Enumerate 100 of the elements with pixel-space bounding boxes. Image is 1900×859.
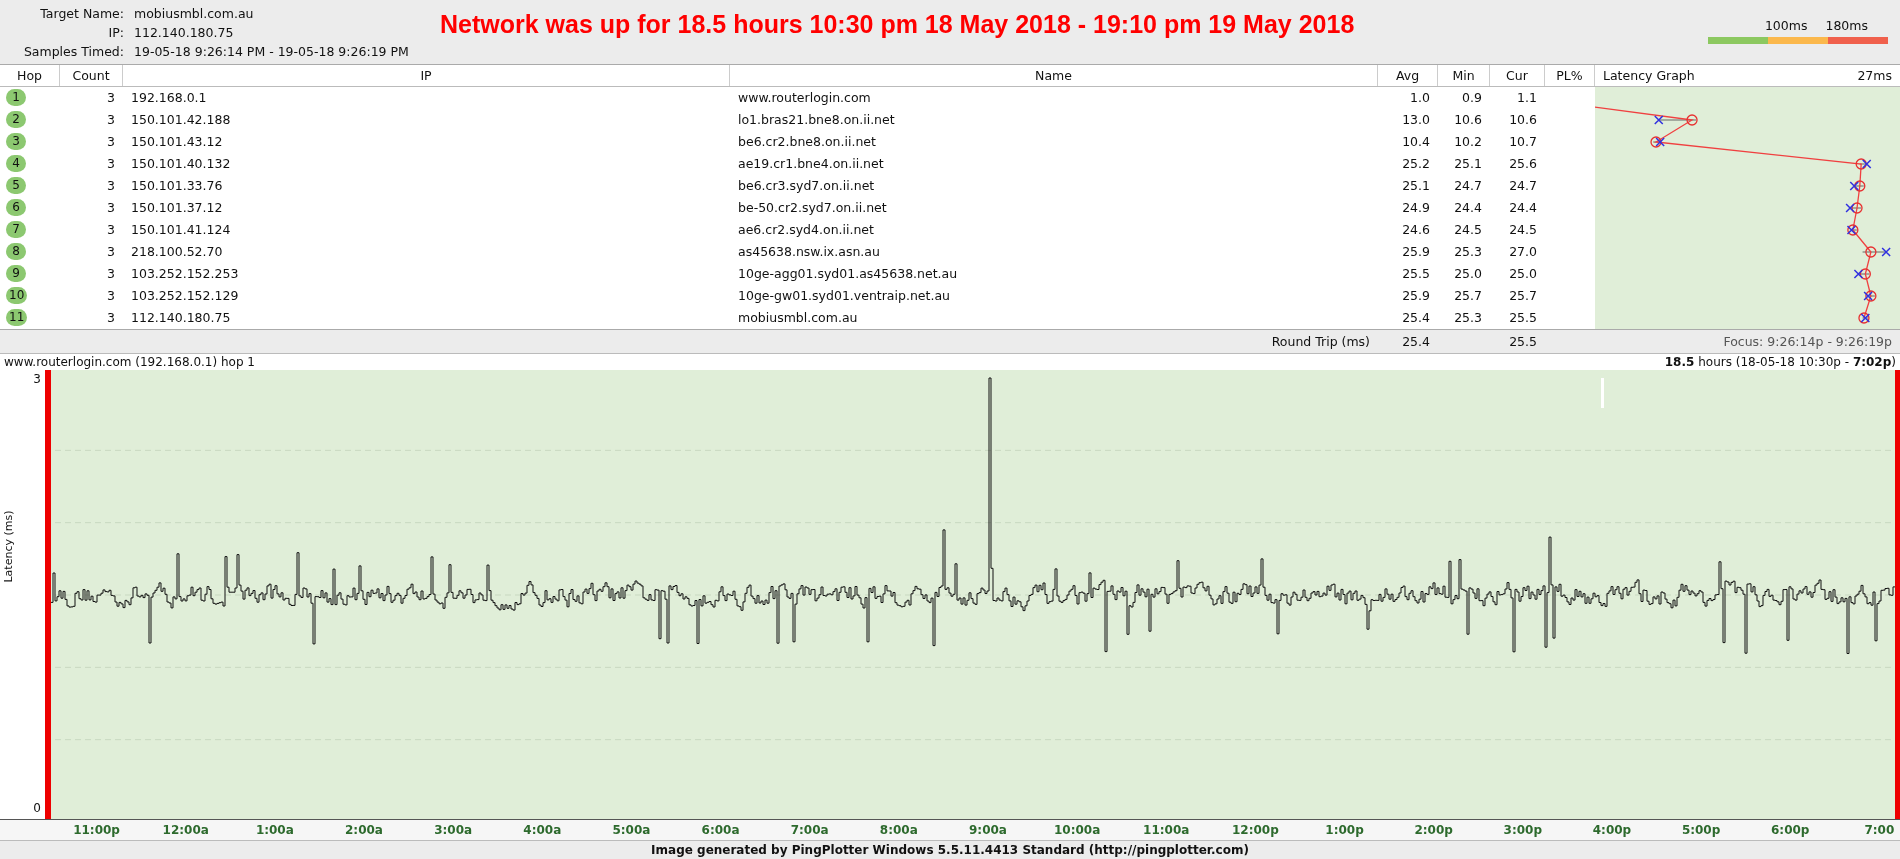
table-cell-text: 25.9 — [1401, 288, 1431, 304]
table-cell-text: 103.252.152.129 — [130, 288, 240, 304]
column-header[interactable]: Latency Graph 27ms — [1595, 64, 1900, 86]
table-cell-text: 25.3 — [1453, 244, 1483, 260]
table-cell-text: 3 — [106, 112, 116, 128]
hop-badge: 7 — [6, 221, 26, 239]
table-cell-text: ae6.cr2.syd4.on.ii.net — [737, 222, 875, 238]
table-cell-text: 218.100.52.70 — [130, 244, 224, 260]
hop-badge: 8 — [6, 243, 26, 261]
cursor-mark — [1601, 378, 1604, 408]
x-tick-label: 4:00p — [1591, 822, 1633, 839]
x-tick-label: 11:00a — [1142, 822, 1191, 839]
table-cell-text: 10ge-agg01.syd01.as45638.net.au — [737, 266, 959, 282]
table-cell-text: 24.4 — [1508, 200, 1538, 216]
annotation-text: Network was up for 18.5 hours 10:30 pm 18 May 2018 - 19:10 pm 19 May 2018 — [440, 9, 1356, 39]
table-cell-text: 24.6 — [1401, 222, 1431, 238]
hop-badge: 5 — [6, 177, 26, 195]
table-cell-text: 27.0 — [1508, 244, 1538, 260]
hop-badge: 11 — [6, 309, 28, 327]
round-trip-label: Round Trip (ms) — [1270, 333, 1371, 349]
column-header[interactable]: Cur — [1490, 64, 1545, 86]
table-cell-text: 3 — [106, 288, 116, 304]
table-cell-text: 150.101.33.76 — [130, 178, 224, 194]
table-cell-text: be6.cr3.syd7.on.ii.net — [737, 178, 876, 194]
table-cell-text: 10.4 — [1401, 134, 1431, 150]
column-header[interactable]: Name — [730, 64, 1378, 86]
x-tick-label: 7:00 — [1863, 822, 1896, 839]
table-cell-text: 25.6 — [1508, 156, 1538, 172]
table-cell-text: 192.168.0.1 — [130, 90, 208, 106]
table-cell-text: 150.101.42.188 — [130, 112, 232, 128]
table-cell-text: 3 — [106, 222, 116, 238]
table-cell-text: 10.6 — [1508, 112, 1538, 128]
table-cell-text: 10.7 — [1508, 134, 1538, 150]
legend-label: 100ms — [1764, 18, 1808, 33]
hop-badge: 2 — [6, 111, 26, 129]
table-cell-text: 103.252.152.253 — [130, 266, 240, 282]
table-cell-text: 24.7 — [1508, 178, 1538, 194]
table-cell-text: 25.2 — [1401, 156, 1431, 172]
table-cell-text: 13.0 — [1401, 112, 1431, 128]
timeline-title: www.routerlogin.com (192.168.0.1) hop 1 — [4, 354, 255, 369]
table-cell-text: 25.0 — [1508, 266, 1538, 282]
x-tick-label: 12:00p — [1231, 822, 1280, 839]
hop-badge: 4 — [6, 155, 26, 173]
field-label: Target Name: — [39, 6, 124, 21]
x-tick-label: 3:00a — [433, 822, 474, 839]
column-header[interactable]: Min — [1438, 64, 1490, 86]
table-cell-text: 112.140.180.75 — [130, 310, 232, 326]
x-tick-label: 1:00p — [1324, 822, 1365, 839]
hop-badge: 3 — [6, 133, 26, 151]
column-header[interactable]: PL% — [1545, 64, 1595, 86]
table-cell-text: ae19.cr1.bne4.on.ii.net — [737, 156, 885, 172]
y-tick-label: 0 — [33, 801, 41, 815]
table-cell-text: 25.1 — [1401, 178, 1431, 194]
table-cell-text: 25.7 — [1453, 288, 1483, 304]
table-cell-text: be6.cr2.bne8.on.ii.net — [737, 134, 877, 150]
table-cell-text: 10ge-gw01.syd01.ventraip.net.au — [737, 288, 951, 304]
focus-range: Focus: 9:26:14p - 9:26:19p — [1722, 333, 1893, 349]
table-cell-text: be-50.cr2.syd7.on.ii.net — [737, 200, 888, 216]
x-tick-label: 6:00p — [1770, 822, 1811, 839]
table-cell-text: 150.101.40.132 — [130, 156, 232, 172]
column-header[interactable]: Count — [60, 64, 123, 86]
table-cell-text: 150.101.37.12 — [130, 200, 224, 216]
table-cell-text: 3 — [106, 244, 116, 260]
table-cell-text: 24.7 — [1453, 178, 1483, 194]
range-end-marker[interactable] — [1895, 370, 1900, 819]
y-tick-label: 3 — [33, 372, 41, 386]
table-cell-text: 24.5 — [1453, 222, 1483, 238]
x-tick-label: 6:00a — [700, 822, 741, 839]
x-tick-label: 12:00a — [161, 822, 210, 839]
table-cell-text: 25.5 — [1401, 266, 1431, 282]
table-cell-text: 25.7 — [1508, 288, 1538, 304]
column-header[interactable]: Hop — [0, 64, 60, 86]
table-cell-text: 25.1 — [1453, 156, 1483, 172]
table-cell-text: 25.0 — [1453, 266, 1483, 282]
range-start-marker[interactable] — [45, 370, 51, 819]
legend-label: 180ms — [1825, 18, 1868, 33]
footer-text: Image generated by PingPlotter Windows 5.5.11.4413 Standard (http://pingplotter.com) — [0, 840, 1900, 859]
field-label: IP: — [107, 25, 124, 40]
table-cell-text: 0.9 — [1461, 90, 1483, 106]
table-cell-text: 24.9 — [1401, 200, 1431, 216]
x-tick-label: 5:00a — [611, 822, 652, 839]
table-cell-text: 3 — [106, 134, 116, 150]
hop-badge: 10 — [6, 287, 28, 305]
table-cell-text: 3 — [106, 310, 116, 326]
table-cell-text: 24.5 — [1508, 222, 1538, 238]
table-cell-text: 3 — [106, 90, 116, 106]
hop-badge: 6 — [6, 199, 26, 217]
table-cell-text: as45638.nsw.ix.asn.au — [737, 244, 881, 260]
table-cell-text: 150.101.41.124 — [130, 222, 232, 238]
table-cell-text: 25.9 — [1401, 244, 1431, 260]
table-cell-text: www.routerlogin.com — [737, 90, 872, 106]
x-tick-label: 5:00p — [1680, 822, 1722, 839]
x-tick-label: 3:00p — [1502, 822, 1544, 839]
table-cell-text: 3 — [106, 178, 116, 194]
x-tick-label: 2:00a — [344, 822, 384, 839]
field-value: 19-05-18 9:26:14 PM - 19-05-18 9:26:19 PM — [134, 44, 409, 59]
column-header[interactable]: IP — [123, 64, 730, 86]
table-cell-text: 3 — [106, 156, 116, 172]
column-header[interactable]: Avg — [1378, 64, 1438, 86]
x-tick-label: 4:00a — [522, 822, 563, 839]
